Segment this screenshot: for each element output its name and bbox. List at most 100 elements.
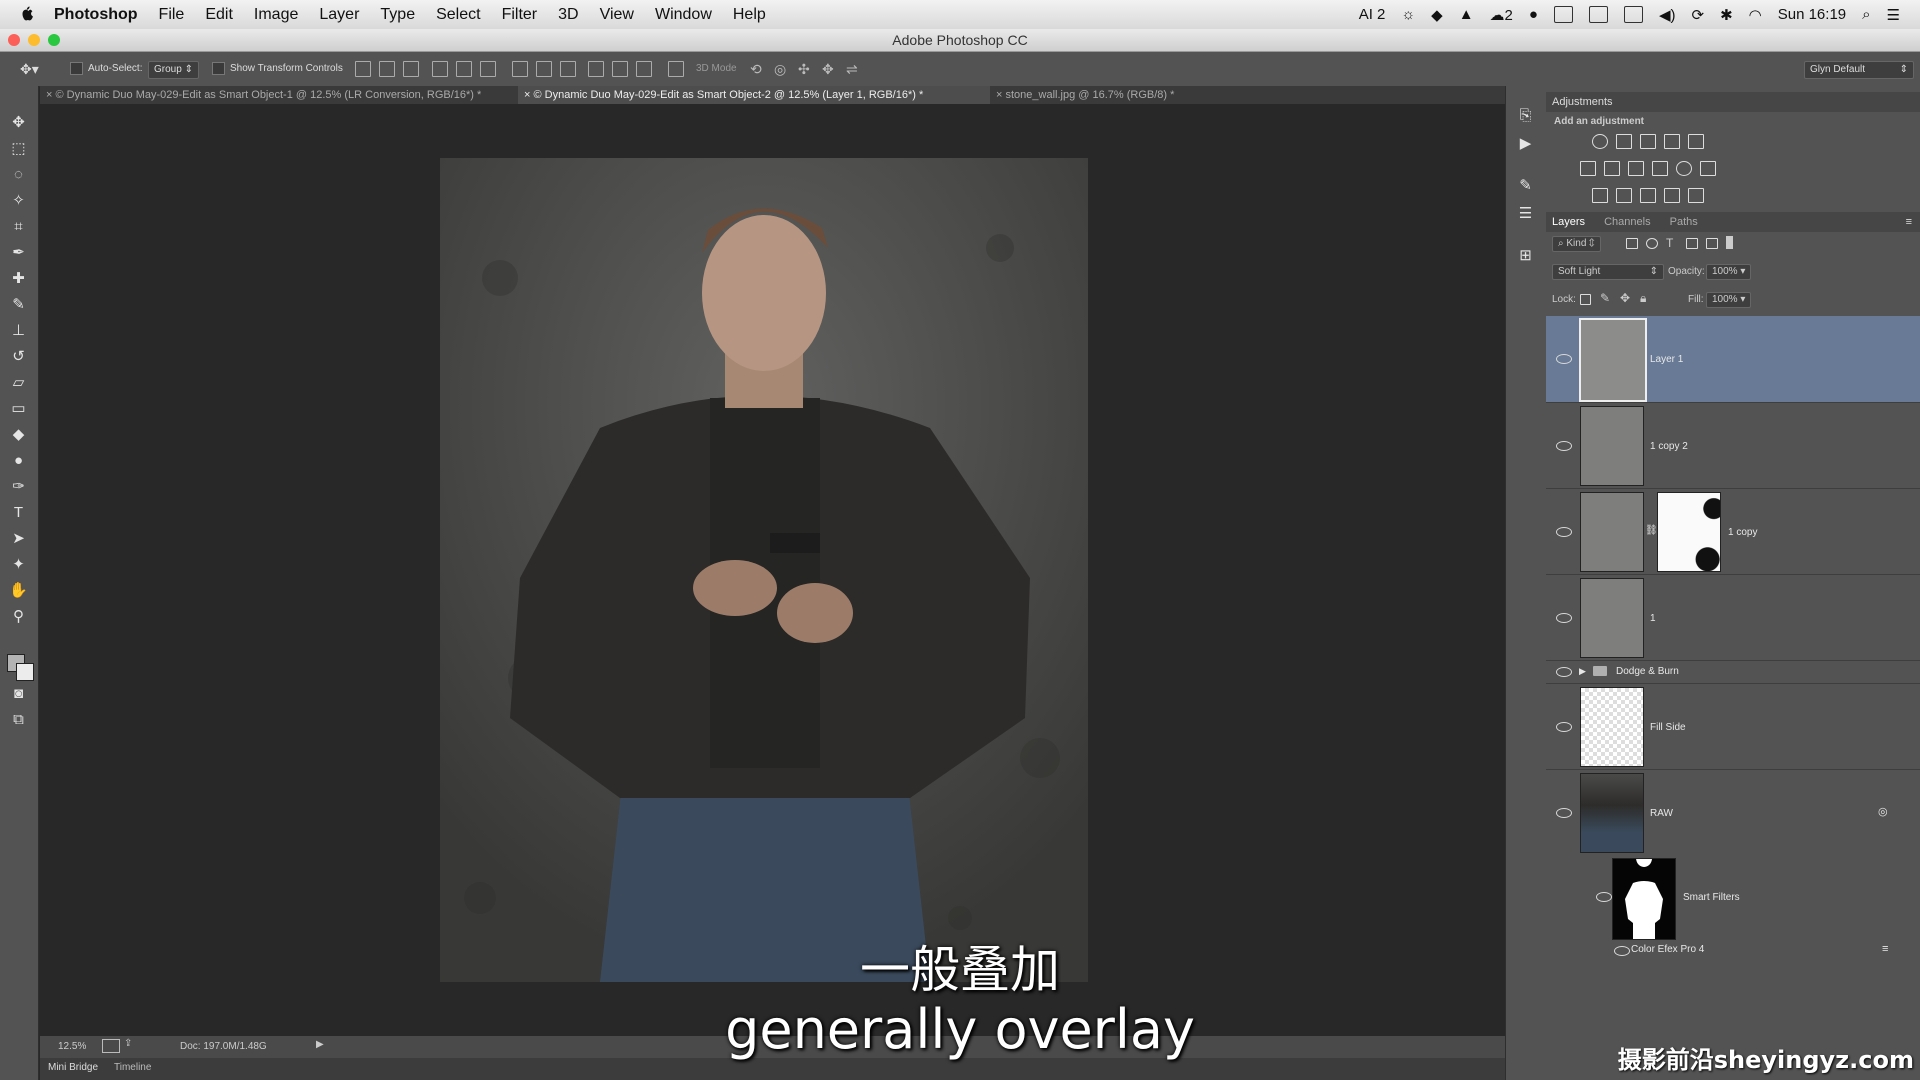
3d-drag-icon[interactable]: ✣ [798,61,810,77]
levels-icon[interactable] [1616,134,1632,149]
filter-shape-icon[interactable] [1686,238,1698,249]
3d-slide-icon[interactable]: ✥ [822,61,834,77]
smart-filter-mask-thumbnail[interactable] [1612,849,1676,940]
color-lookup-icon[interactable] [1700,161,1716,176]
layer-row[interactable]: ⛓ 1 copy [1546,489,1920,575]
distribute-right-icon[interactable] [636,61,652,77]
adobe-ai-status[interactable]: AI 2 [1359,6,1386,23]
selective-color-icon[interactable] [1688,188,1704,203]
opacity-field[interactable]: 100% ▾ [1706,264,1752,280]
expand-group-icon[interactable]: ▶ [1579,666,1586,677]
path-selection-tool-icon[interactable]: ➤ [9,529,28,548]
filter-pixel-icon[interactable] [1626,238,1638,249]
actions-panel-icon[interactable]: ▶ [1516,134,1535,153]
visibility-eye-icon[interactable] [1596,892,1612,902]
document-tab-2[interactable]: × © Dynamic Duo May-029-Edit as Smart Ob… [518,86,990,104]
curves-icon[interactable] [1640,134,1656,149]
time-machine-icon[interactable]: ⟳ [1691,6,1704,24]
crop-tool-icon[interactable]: ⌗ [9,217,28,236]
lasso-tool-icon[interactable]: ◌ [9,165,28,184]
dodge-tool-icon[interactable]: ● [9,451,28,470]
distribute-top-icon[interactable] [512,61,528,77]
apple-icon[interactable] [18,5,36,24]
layer-row[interactable]: RAW ◎ [1546,770,1920,855]
gradient-tool-icon[interactable]: ▭ [9,399,28,418]
menu-view[interactable]: View [600,6,634,24]
brightness-contrast-icon[interactable] [1592,134,1608,149]
filter-adjustment-icon[interactable] [1646,238,1658,249]
brightness-icon[interactable]: ☼ [1401,6,1415,23]
lock-position-icon[interactable]: ✥ [1620,291,1630,305]
distribute-horizontal-icon[interactable] [612,61,628,77]
align-right-icon[interactable] [480,61,496,77]
pen-tool-icon[interactable]: ✑ [9,477,28,496]
lock-transparent-pixels-icon[interactable] [1580,294,1591,305]
close-window-button[interactable] [8,34,20,46]
align-top-icon[interactable] [355,61,371,77]
3d-scale-icon[interactable]: ⇌ [846,61,858,77]
visibility-eye-icon[interactable] [1556,722,1572,732]
align-bottom-icon[interactable] [403,61,419,77]
clock[interactable]: Sun 16:19 [1778,6,1846,23]
visibility-eye-icon[interactable] [1556,354,1572,364]
bluetooth-icon[interactable]: ✱ [1720,6,1733,24]
menu-type[interactable]: Type [380,6,415,24]
color-balance-icon[interactable] [1604,161,1620,176]
document-tab-1[interactable]: × © Dynamic Duo May-029-Edit as Smart Ob… [40,86,516,104]
3d-rotate-icon[interactable]: ⟲ [750,61,762,77]
menu-window[interactable]: Window [655,6,712,24]
record-icon[interactable] [1588,6,1608,23]
filter-type-icon[interactable]: T [1666,236,1673,250]
mask-link-icon[interactable]: ⛓ [1645,525,1658,536]
black-white-icon[interactable] [1628,161,1644,176]
threshold-icon[interactable] [1640,188,1656,203]
timeline-tab[interactable]: Timeline [114,1062,151,1073]
visibility-eye-icon[interactable] [1556,667,1572,677]
3d-roll-icon[interactable]: ◎ [774,61,786,77]
visibility-eye-icon[interactable] [1556,527,1572,537]
volume-icon[interactable]: ◀) [1659,6,1676,24]
distribute-bottom-icon[interactable] [560,61,576,77]
menu-photoshop[interactable]: Photoshop [54,6,138,24]
shape-tool-icon[interactable]: ✦ [9,555,28,574]
menu-image[interactable]: Image [254,6,298,24]
document-tab-3[interactable]: × stone_wall.jpg @ 16.7% (RGB/8) * [990,86,1196,104]
wifi-icon[interactable]: ◠ [1749,6,1762,24]
spotlight-search-icon[interactable]: ⌕ [1862,6,1870,23]
layer-row[interactable]: 1 [1546,575,1920,661]
marquee-tool-icon[interactable]: ⬚ [9,139,28,158]
menu-3d[interactable]: 3D [558,6,578,24]
adjustments-title[interactable]: Adjustments [1552,96,1613,108]
mini-bridge-tab[interactable]: Mini Bridge [48,1062,98,1073]
layer-group-row[interactable]: ▶ Dodge & Burn [1546,661,1920,684]
lock-all-icon[interactable]: 🔒︎ [1640,291,1646,306]
show-transform-controls-checkbox[interactable]: Show Transform Controls [212,61,343,77]
move-tool-preset-icon[interactable]: ✥▾ [20,61,39,77]
vibrance-icon[interactable] [1688,134,1704,149]
hue-saturation-icon[interactable] [1580,161,1596,176]
properties-panel-icon[interactable]: ☰ [1516,204,1535,223]
distribute-center-icon[interactable] [536,61,552,77]
visibility-eye-icon[interactable] [1556,441,1572,451]
menu-help[interactable]: Help [733,6,766,24]
notification-center-icon[interactable]: ☰ [1887,6,1900,24]
quick-mask-icon[interactable]: ◙ [9,684,28,703]
brush-tool-icon[interactable]: ✎ [9,295,28,314]
history-panel-icon[interactable]: ⎘ [1516,106,1535,125]
align-left-icon[interactable] [432,61,448,77]
panel-menu-icon[interactable]: ≡ [1906,212,1912,232]
visibility-eye-icon[interactable] [1556,613,1572,623]
eyedropper-tool-icon[interactable]: ✒ [9,243,28,262]
evernote-icon[interactable]: ● [1529,6,1538,23]
healing-brush-tool-icon[interactable]: ✚ [9,269,28,288]
smart-filter-badge-icon[interactable]: ◎ [1878,805,1888,818]
smart-filters-row[interactable]: Smart Filters [1546,849,1920,940]
zoom-tool-icon[interactable]: ⚲ [9,607,28,626]
auto-align-layers-icon[interactable] [668,61,684,77]
drive-icon[interactable]: ▲ [1459,6,1474,23]
auto-select-checkbox[interactable]: Auto-Select: [70,61,142,77]
tab-channels[interactable]: Channels [1604,216,1650,228]
filter-smart-object-icon[interactable] [1706,238,1718,249]
menu-file[interactable]: File [159,6,185,24]
align-horizontal-center-icon[interactable] [456,61,472,77]
